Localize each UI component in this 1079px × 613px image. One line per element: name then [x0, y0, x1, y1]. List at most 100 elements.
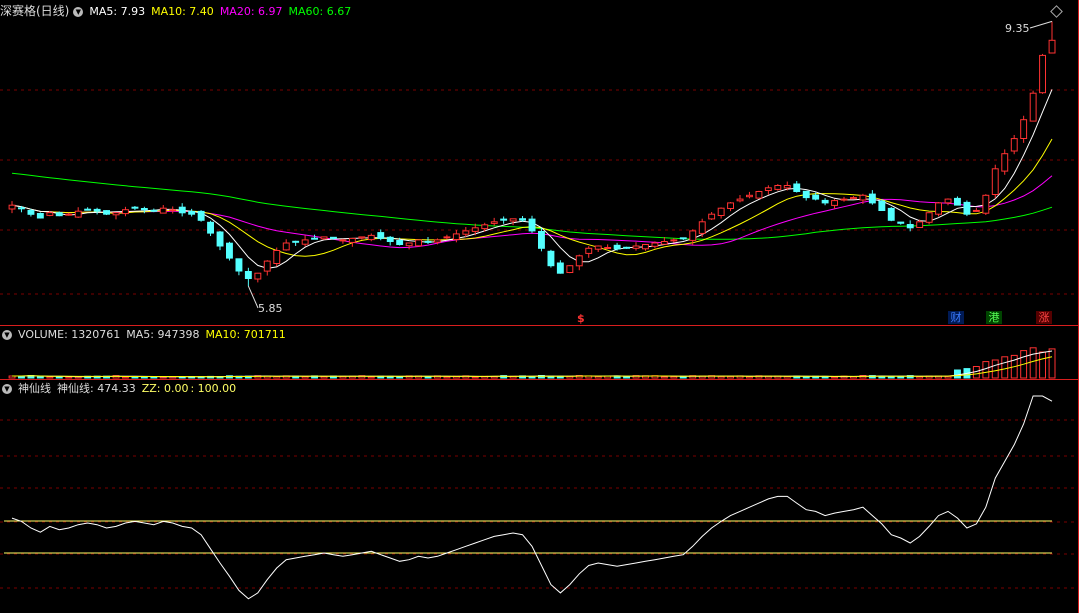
candle-body	[566, 265, 574, 274]
collapse-arrow-icon[interactable]: ▼	[73, 7, 84, 17]
candle-body	[377, 232, 385, 239]
volume-bar	[897, 376, 905, 379]
volume-bar	[36, 376, 44, 379]
volume-ma5-line	[12, 350, 1053, 378]
candle-body	[311, 237, 319, 240]
candle-body	[254, 272, 262, 280]
indicator-line	[11, 395, 1053, 600]
candle-body	[226, 242, 233, 259]
volume-bar	[717, 375, 725, 379]
candle-body	[84, 208, 92, 211]
candle-body	[434, 239, 441, 243]
candle-body	[925, 212, 933, 223]
volume-bar	[670, 376, 678, 379]
volume-ma10: MA10: 701711	[205, 328, 286, 341]
ma10-legend: MA10: 7.40	[151, 5, 214, 18]
candle-body	[330, 236, 337, 239]
volume-bar	[367, 376, 375, 379]
candle-body	[594, 245, 602, 250]
volume-legend: ▼ VOLUME: 1320761 MA5: 947398 MA10: 701711	[0, 327, 292, 343]
volume-bar	[954, 369, 961, 379]
candle-body	[840, 198, 848, 201]
candle-body	[916, 221, 924, 229]
volume-bar	[660, 376, 668, 379]
candle-body	[746, 194, 753, 198]
volume-bar	[122, 376, 129, 379]
candle-body	[651, 242, 659, 247]
indicator-legend: ▼ 神仙线 神仙线: 474.33 ZZ: 0.00: 100.00	[0, 381, 242, 397]
candle-body	[764, 187, 772, 192]
volume-value: VOLUME: 1320761	[18, 328, 121, 341]
candle-body	[244, 271, 252, 279]
volume-bar	[471, 376, 479, 379]
candle-body	[831, 200, 838, 206]
candle-body	[178, 206, 186, 214]
chart-canvas[interactable]	[0, 0, 1079, 613]
stock-title: 深赛格(日线)	[0, 4, 70, 18]
candle-body	[443, 236, 451, 239]
candle-body	[755, 191, 763, 199]
event-marker[interactable]: 港	[986, 311, 1002, 324]
candle-body	[708, 213, 716, 220]
event-marker[interactable]: 涨	[1036, 311, 1052, 324]
candle-body	[74, 210, 82, 218]
candle-body	[1029, 92, 1037, 122]
candle-body	[103, 210, 110, 215]
candle-body	[150, 209, 158, 212]
candle-body	[547, 250, 555, 267]
candle-body	[159, 207, 167, 214]
candle-body	[471, 227, 479, 232]
candle-body	[481, 224, 489, 230]
candle-body	[935, 202, 942, 215]
candle-body	[859, 194, 867, 201]
candle-body	[670, 239, 678, 242]
candle-body	[197, 210, 205, 221]
candle-body	[112, 212, 120, 216]
candle-body	[783, 185, 791, 189]
candle-body	[812, 194, 820, 200]
candle-body	[282, 242, 290, 251]
candle-body	[982, 194, 990, 214]
candle-body	[575, 255, 583, 267]
candle-body	[991, 168, 999, 196]
ma20-line	[11, 175, 1053, 249]
candle-body	[46, 212, 54, 216]
volume-bar	[1029, 347, 1037, 379]
candle-body	[490, 221, 498, 224]
collapse-arrow-icon[interactable]: ▼	[2, 330, 12, 340]
candle-body	[793, 183, 801, 192]
candle-body	[122, 209, 129, 215]
candle-body	[216, 231, 224, 247]
price-legend: 深赛格(日线) ▼ MA5: 7.93 MA10: 7.40 MA20: 6.97 MA6…	[0, 3, 357, 19]
candle-body	[169, 209, 177, 212]
candle-body	[850, 197, 857, 200]
indicator-zz2: : 100.00	[190, 382, 237, 395]
event-marker[interactable]: 财	[948, 311, 964, 324]
volume-bar	[831, 376, 838, 379]
candle-body	[963, 201, 971, 215]
low-pointer	[247, 285, 259, 309]
candle-body	[55, 212, 63, 217]
indicator-name: 神仙线	[18, 382, 51, 395]
candle-body	[613, 244, 621, 250]
candle-body	[509, 218, 517, 222]
candle-body	[887, 207, 895, 221]
volume-bar	[802, 376, 810, 379]
candle-body	[906, 224, 914, 229]
candle-body	[604, 247, 612, 249]
candle-body	[944, 198, 952, 204]
candle-body	[367, 234, 375, 241]
candle-body	[585, 247, 593, 254]
collapse-arrow-icon[interactable]: ▼	[2, 384, 12, 394]
volume-bar	[1048, 348, 1056, 379]
ma10-line	[11, 138, 1053, 257]
ma60-legend: MA60: 6.67	[288, 5, 352, 18]
candle-body	[538, 231, 545, 249]
volume-bar	[887, 376, 895, 379]
volume-bar	[46, 376, 54, 379]
candle-body	[93, 208, 101, 212]
candle-body	[131, 206, 139, 209]
volume-bar	[991, 359, 999, 379]
candle-body	[188, 211, 196, 215]
candle-body	[642, 244, 649, 250]
